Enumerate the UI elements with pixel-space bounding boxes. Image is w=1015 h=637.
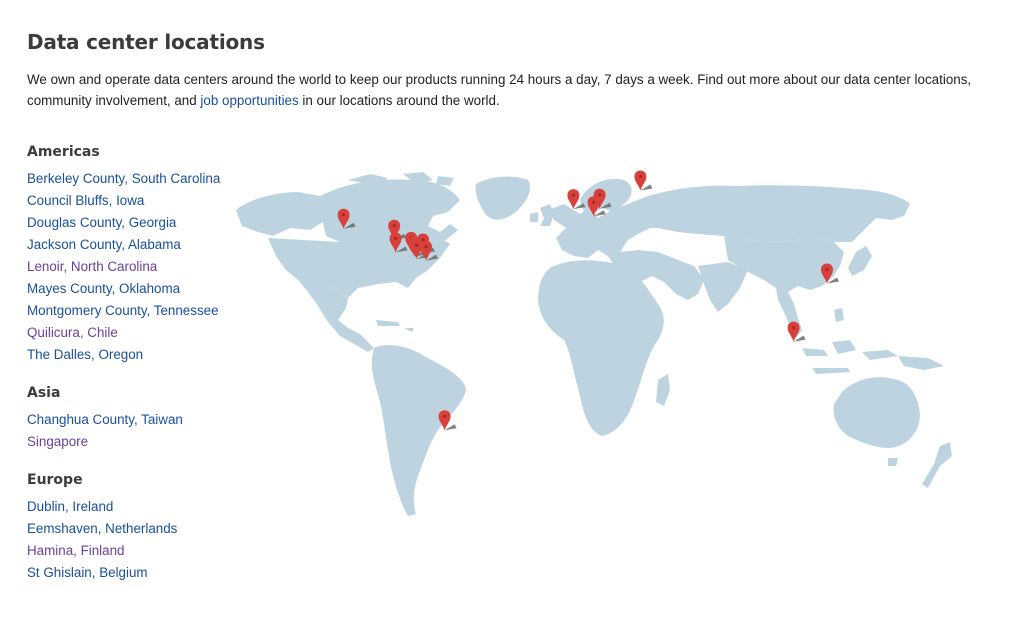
list-item: Lenoir, North Carolina [27,256,247,278]
location-link[interactable]: Council Bluffs, Iowa [27,193,144,208]
central-america-landmass [298,280,374,352]
region-heading: Asia [27,385,61,401]
greenland-landmass [475,176,531,220]
africa-landmass [538,260,664,436]
new-guinea-island [898,356,944,370]
region-asia: Asia Changhua County, Taiwan Singapore [27,383,247,453]
location-link[interactable]: Douglas County, Georgia [27,215,176,230]
list-item: The Dalles, Oregon [27,344,247,366]
japan-islands [848,246,872,276]
location-list-sidebar: Americas Berkeley County, South Carolina C… [27,142,247,601]
list-item: Mayes County, Oklahoma [27,278,247,300]
location-link[interactable]: Changhua County, Taiwan [27,412,183,427]
list-item: Quilicura, Chile [27,322,247,344]
region-heading: Americas [27,144,100,160]
india-landmass [698,262,748,312]
tasmania-island [888,458,898,466]
world-map [236,170,952,516]
north-asia-landmass [628,185,910,242]
list-item: St Ghislain, Belgium [27,562,247,584]
location-link[interactable]: Berkeley County, South Carolina [27,171,220,186]
list-item: Dublin, Ireland [27,496,247,518]
intro-text-after: in our locations around the world. [298,93,500,108]
page: Data center locations We own and operate… [0,0,1015,637]
list-item: Singapore [27,431,247,453]
location-link[interactable]: Singapore [27,434,88,449]
australia-landmass [833,377,920,448]
list-item: Berkeley County, South Carolina [27,168,247,190]
location-list: Dublin, Ireland Eemshaven, Netherlands Ham… [27,496,247,584]
list-item: Council Bluffs, Iowa [27,190,247,212]
intro-paragraph: We own and operate data centers around t… [27,69,987,111]
location-link[interactable]: Lenoir, North Carolina [27,259,157,274]
list-item: Hamina, Finland [27,540,247,562]
list-item: Jackson County, Alabama [27,234,247,256]
job-opportunities-link[interactable]: job opportunities [200,93,298,108]
south-america-landmass [371,345,466,516]
location-link[interactable]: Mayes County, Oklahoma [27,281,180,296]
caribbean-islands [376,320,414,332]
alaska-landmass [236,192,323,236]
region-americas: Americas Berkeley County, South Carolina C… [27,142,247,366]
page-title: Data center locations [27,30,265,54]
indonesia-islands [802,308,898,374]
region-europe: Europe Dublin, Ireland Eemshaven, Netherla… [27,470,247,584]
location-list: Berkeley County, South Carolina Council B… [27,168,247,366]
british-isles [530,204,554,226]
location-link[interactable]: Dublin, Ireland [27,499,113,514]
new-zealand-islands [922,442,952,488]
location-link[interactable]: Hamina, Finland [27,543,125,558]
map-marker-icon[interactable] [787,321,806,342]
europe-landmass [548,202,658,258]
location-link[interactable]: Eemshaven, Netherlands [27,521,177,536]
map-marker-icon[interactable] [634,170,653,191]
region-heading: Europe [27,472,83,488]
list-item: Changhua County, Taiwan [27,409,247,431]
location-link[interactable]: The Dalles, Oregon [27,347,143,362]
location-link[interactable]: Jackson County, Alabama [27,237,181,252]
location-link[interactable]: Quilicura, Chile [27,325,118,340]
map-marker-icon[interactable] [438,410,457,431]
location-list: Changhua County, Taiwan Singapore [27,409,247,453]
list-item: Eemshaven, Netherlands [27,518,247,540]
list-item: Montgomery County, Tennessee [27,300,247,322]
location-link[interactable]: Montgomery County, Tennessee [27,303,219,318]
list-item: Douglas County, Georgia [27,212,247,234]
madagascar-island [656,374,670,406]
location-link[interactable]: St Ghislain, Belgium [27,565,148,580]
